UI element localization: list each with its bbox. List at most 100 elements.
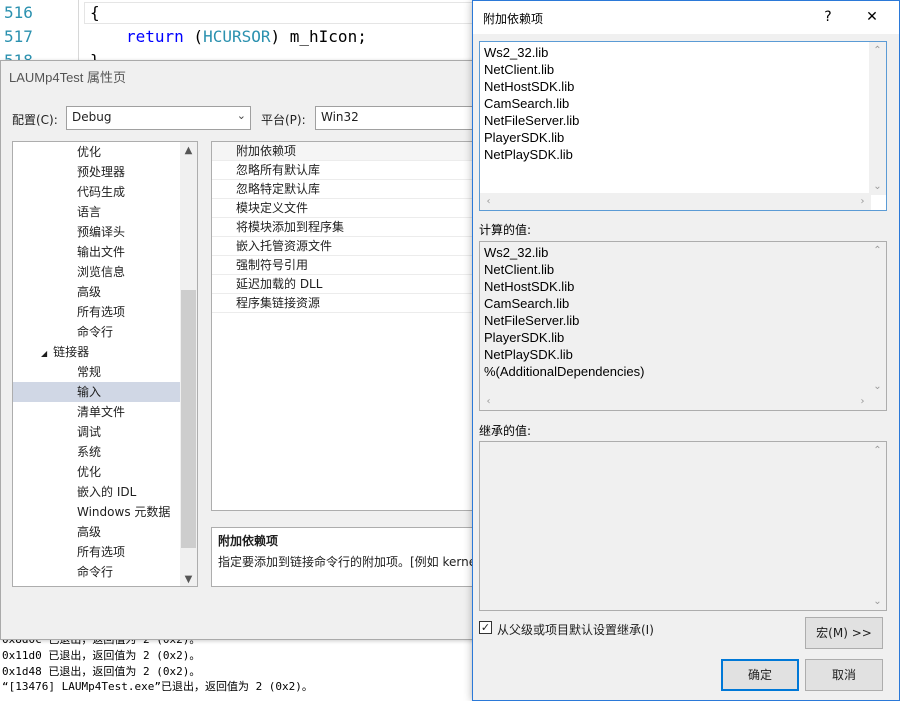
code-rest: ) m_hIcon; [270,27,367,46]
tree-item[interactable]: 高级 [13,522,180,542]
property-row[interactable]: 附加依赖项 [212,142,480,161]
tree-item[interactable]: 命令行 [13,322,180,342]
scroll-down-icon[interactable]: ⌄ [869,593,886,610]
tree-item-label: 所有选项 [77,305,126,319]
property-row[interactable]: 忽略特定默认库 [212,180,480,199]
inherit-checkbox[interactable]: ✓ [479,621,492,634]
tree-item[interactable]: 高级 [13,282,180,302]
platform-select[interactable]: Win32 [315,106,485,130]
dialog-title: 附加依赖项 [483,12,544,26]
library-line: NetFileServer.lib [484,113,580,128]
tree-item[interactable]: 语言 [13,202,180,222]
scroll-thumb[interactable] [181,290,196,548]
scroll-up-icon[interactable]: ⌃ [869,242,886,259]
output-line: 0x1d48 已退出，返回值为 2 (0x2)。 [2,665,201,678]
line-number: 516 [4,3,33,22]
property-pages-title: LAUMp4Test 属性页 [9,70,127,85]
scroll-right-icon[interactable]: › [854,393,871,410]
property-row[interactable]: 将模块添加到程序集 [212,218,480,237]
code-paren: ( [183,27,204,46]
tree-item[interactable]: 浏览信息 [13,262,180,282]
tree-item[interactable]: 优化 [13,142,180,162]
library-line: NetFileServer.lib [484,313,580,328]
tree-item[interactable]: 输入 [13,382,180,402]
property-row[interactable]: 嵌入托管资源文件 [212,237,480,256]
tree-item-label: 所有选项 [77,545,126,559]
vertical-scrollbar[interactable]: ⌃ ⌄ [869,442,886,610]
configuration-value: Debug [72,110,112,124]
cancel-button[interactable]: 取消 [805,659,883,691]
tree-item-label: 系统 [77,445,102,459]
dialog-title-bar: 附加依赖项 ? ✕ [473,1,899,34]
property-row[interactable]: 忽略所有默认库 [212,161,480,180]
configuration-select[interactable]: Debug ⌄ [66,106,251,130]
tree-item[interactable]: 优化 [13,462,180,482]
property-tree[interactable]: 命令行 所有选项 高级 Windows 元数据 嵌入的 IDL 优化 系统 调试 清单文件 输入常… [12,141,198,587]
dependencies-textarea[interactable]: Ws2_32.lib NetClient.lib NetHostSDK.lib Cam… [479,41,887,211]
tree-item[interactable]: 预处理器 [13,162,180,182]
tree-item[interactable]: 所有选项 [13,302,180,322]
horizontal-scrollbar[interactable]: ‹ › [480,393,871,410]
tree-item[interactable]: Windows 元数据 [13,502,180,522]
scroll-up-icon[interactable]: ▲ [180,142,197,159]
tree-item[interactable]: 清单文件 [13,402,180,422]
tree-item-label: 语言 [77,205,102,219]
property-row[interactable]: 程序集链接资源 [212,294,480,313]
inherited-values-box[interactable]: ⌃ ⌄ [479,441,887,611]
library-line: CamSearch.lib [484,96,570,111]
macros-button[interactable]: 宏(M) >> [805,617,883,649]
tree-item[interactable]: ◢ 链接器 [13,342,180,362]
tree-item-label: 链接器 [53,345,90,359]
scroll-up-icon[interactable]: ⌃ [869,42,886,59]
tree-item-label: 浏览信息 [77,265,126,279]
tree-item[interactable]: 预编译头 [13,222,180,242]
library-line: NetPlaySDK.lib [484,347,573,362]
tree-item-label: 优化 [77,145,102,159]
close-icon[interactable]: ✕ [859,5,885,29]
dependencies-lines: Ws2_32.lib NetClient.lib NetHostSDK.lib Cam… [484,44,579,163]
tree-item[interactable]: 所有选项 [13,542,180,562]
description-text: 指定要添加到链接命令行的附加项。[例如 kernel32.lib] [218,555,479,569]
scroll-down-icon[interactable]: ⌄ [869,178,886,195]
tree-item-label: 输出文件 [77,245,126,259]
tree-item-label: 高级 [77,285,102,299]
scroll-down-icon[interactable]: ▼ [180,571,197,586]
property-grid[interactable]: 附加依赖项 忽略所有默认库 忽略特定默认库 模块定义文件 将模块添加到程序集 嵌入托管资源… [211,141,480,511]
tree-item[interactable]: 调试 [13,422,180,442]
library-line: NetPlaySDK.lib [484,147,573,162]
platform-value: Win32 [321,110,359,124]
scroll-left-icon[interactable]: ‹ [480,193,497,210]
property-description: 附加依赖项 指定要添加到链接命令行的附加项。[例如 kernel32.lib] [211,527,479,587]
ok-button[interactable]: 确定 [721,659,799,691]
scroll-left-icon[interactable]: ‹ [480,393,497,410]
tree-item-label: 预处理器 [77,165,126,179]
tree-item[interactable]: 系统 [13,442,180,462]
help-icon[interactable]: ? [815,5,841,29]
line-number: 517 [4,27,33,46]
output-line: “[13476] LAUMp4Test.exe”已退出，返回值为 2 (0x2)… [2,680,313,693]
property-row[interactable]: 强制符号引用 [212,256,480,275]
inherit-checkbox-label[interactable]: 从父级或项目默认设置继承(I) [497,621,654,638]
scroll-up-icon[interactable]: ⌃ [869,442,886,459]
computed-values-box[interactable]: Ws2_32.lib NetClient.lib NetHostSDK.lib Cam… [479,241,887,411]
tree-item[interactable]: 嵌入的 IDL [13,482,180,502]
vertical-scrollbar[interactable]: ⌃ ⌄ [869,242,886,395]
tree-item-label: 命令行 [77,325,114,339]
property-row[interactable]: 延迟加载的 DLL [212,275,480,294]
property-row[interactable]: 模块定义文件 [212,199,480,218]
tree-item[interactable]: 代码生成 [13,182,180,202]
tree-item[interactable]: 输出文件 [13,242,180,262]
tree-item[interactable]: 常规 [13,362,180,382]
library-line: NetClient.lib [484,62,555,77]
library-line: CamSearch.lib [484,296,570,311]
library-line: %(AdditionalDependencies) [484,364,645,379]
tree-item-label: 优化 [77,465,102,479]
scroll-right-icon[interactable]: › [854,193,871,210]
tree-scrollbar[interactable]: ▲ ▼ [180,142,197,586]
tree-expander-icon[interactable]: ◢ [41,349,47,358]
scroll-down-icon[interactable]: ⌄ [869,378,886,395]
tree-item-label: 清单文件 [77,405,126,419]
tree-item[interactable]: 命令行 [13,562,180,582]
horizontal-scrollbar[interactable]: ‹ › [480,193,871,210]
vertical-scrollbar[interactable]: ⌃ ⌄ [869,42,886,195]
